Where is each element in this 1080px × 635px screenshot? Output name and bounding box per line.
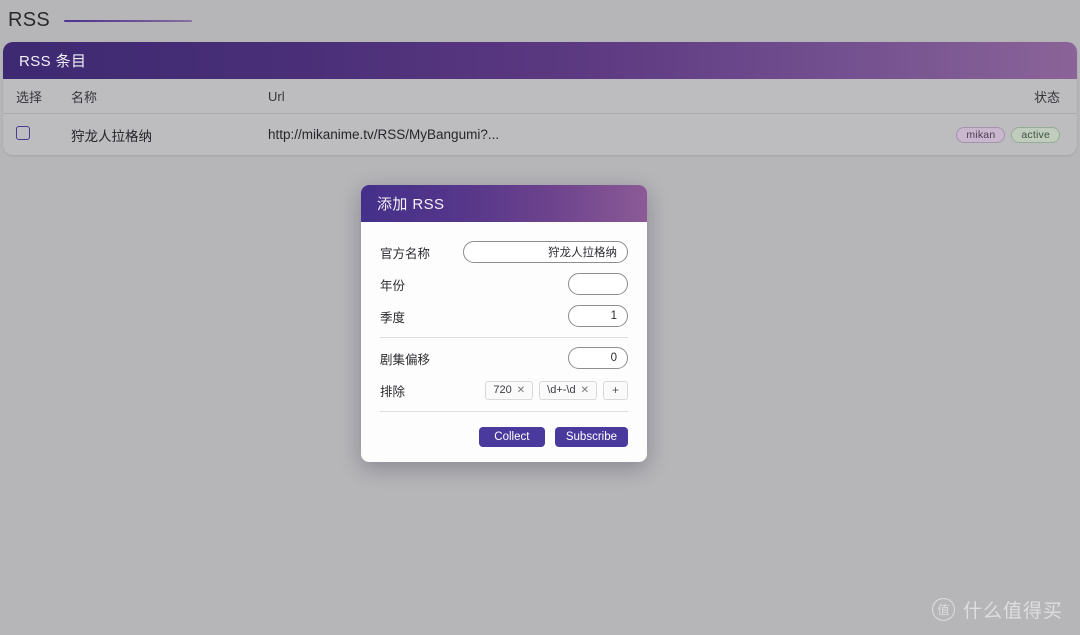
column-header-name: 名称 <box>71 89 98 105</box>
form-row-season: 季度 1 <box>380 300 628 332</box>
form-divider-bottom <box>380 411 628 412</box>
form-row-official-name: 官方名称 狩龙人拉格纳 <box>380 236 628 268</box>
close-icon[interactable]: ✕ <box>581 385 589 396</box>
dialog-footer: Collect Subscribe <box>361 416 647 462</box>
row-name: 狩龙人拉格纳 <box>71 128 152 144</box>
dialog-header: 添加 RSS <box>361 185 647 222</box>
label-episode-offset: 剧集偏移 <box>380 352 431 367</box>
subscribe-button[interactable]: Subscribe <box>554 427 628 447</box>
form-divider-top <box>380 337 628 338</box>
panel-header-title: RSS 条目 <box>19 53 87 70</box>
row-status-cell: mikan active <box>917 126 1077 143</box>
collect-button[interactable]: Collect <box>478 427 545 447</box>
input-official-name[interactable]: 狩龙人拉格纳 <box>463 241 628 263</box>
input-year[interactable] <box>568 273 628 295</box>
add-rss-dialog: 添加 RSS 官方名称 狩龙人拉格纳 年份 季度 1 剧集偏移 0 排除 720… <box>361 185 647 462</box>
exclude-tag[interactable]: 720 ✕ <box>485 380 534 400</box>
exclude-tag-label: 720 <box>493 384 512 396</box>
watermark-text: 什么值得买 <box>962 601 1063 622</box>
rss-entries-panel: RSS 条目 选择 名称 Url 状态 狩龙人拉格纳 http://mikani… <box>3 42 1077 155</box>
form-row-exclude: 排除 720 ✕ \d+-\d ✕ + <box>380 374 628 406</box>
status-badge-state: active <box>1011 126 1060 143</box>
form-row-year: 年份 <box>380 268 628 300</box>
add-exclude-tag-button[interactable]: + <box>603 380 628 400</box>
dialog-title: 添加 RSS <box>377 196 445 213</box>
panel-header: RSS 条目 <box>3 42 1077 79</box>
row-url: http://mikanime.tv/RSS/MyBangumi?... <box>268 127 500 142</box>
status-badge-source: mikan <box>956 126 1006 143</box>
exclude-tag-list: 720 ✕ \d+-\d ✕ + <box>485 380 628 400</box>
input-season[interactable]: 1 <box>568 305 628 327</box>
label-official-name: 官方名称 <box>380 246 431 261</box>
column-header-url: Url <box>268 88 285 104</box>
exclude-tag[interactable]: \d+-\d ✕ <box>539 380 597 400</box>
title-accent-rule <box>64 20 193 22</box>
exclude-tag-label: \d+-\d <box>547 384 576 396</box>
close-icon[interactable]: ✕ <box>517 385 525 396</box>
column-header-status: 状态 <box>1033 89 1060 105</box>
input-episode-offset[interactable]: 0 <box>568 347 628 369</box>
table-header-row: 选择 名称 Url 状态 <box>3 79 1077 113</box>
watermark-logo-icon: 值 <box>931 598 955 621</box>
label-year: 年份 <box>380 278 406 293</box>
watermark: 值 什么值得买 <box>931 596 1063 623</box>
page-title: RSS <box>8 8 51 31</box>
table-row[interactable]: 狩龙人拉格纳 http://mikanime.tv/RSS/MyBangumi?… <box>3 113 1077 155</box>
page-header: RSS <box>0 0 1080 40</box>
label-season: 季度 <box>380 310 406 325</box>
form-row-episode-offset: 剧集偏移 0 <box>380 342 628 374</box>
dialog-body: 官方名称 狩龙人拉格纳 年份 季度 1 剧集偏移 0 排除 720 ✕ \d+-… <box>361 222 647 412</box>
rss-table: 选择 名称 Url 状态 狩龙人拉格纳 http://mikanime.tv/R… <box>3 79 1077 155</box>
label-exclude: 排除 <box>380 384 406 399</box>
